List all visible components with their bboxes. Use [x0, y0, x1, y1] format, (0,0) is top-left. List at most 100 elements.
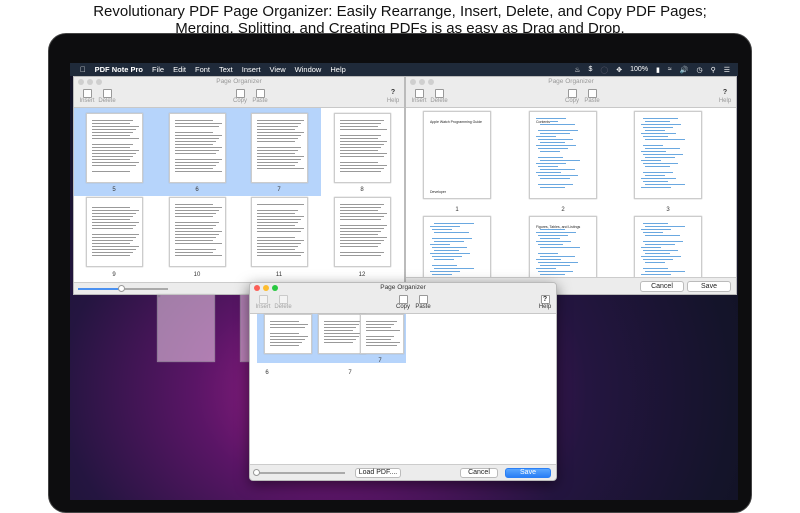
title-bar[interactable]: Page Organizer [250, 283, 556, 293]
help-button[interactable]: ? Help [382, 89, 404, 104]
page-thumbnail[interactable] [264, 314, 312, 354]
page-thumbnail[interactable] [634, 111, 702, 199]
text-line [645, 253, 671, 254]
help-button[interactable]: ? Help [714, 89, 736, 104]
page-thumbnail[interactable]: Figures, Tables, and Listings [529, 216, 597, 286]
menu-font[interactable]: Font [195, 65, 210, 74]
window-controls[interactable] [410, 79, 434, 85]
menu-file[interactable]: File [152, 65, 164, 74]
menu-text[interactable]: Text [219, 65, 233, 74]
paste-button[interactable]: Paste [412, 295, 434, 310]
window-controls[interactable] [254, 285, 278, 291]
menu-insert[interactable]: Insert [242, 65, 261, 74]
cancel-button[interactable]: Cancel [460, 468, 498, 478]
title-bar[interactable]: Page Organizer [74, 77, 404, 87]
page-thumbnail[interactable]: Apple Watch Programming Guide Developer [423, 111, 491, 199]
page-thumbnail[interactable] [169, 197, 226, 267]
page-thumbnail[interactable] [158, 295, 160, 297]
text-line [257, 228, 304, 229]
menu-view[interactable]: View [270, 65, 286, 74]
menu-window[interactable]: Window [295, 65, 322, 74]
page-thumbnail[interactable] [86, 113, 143, 183]
page-thumbnail[interactable]: Contents [529, 111, 597, 199]
text-line [324, 339, 356, 340]
zoom-slider-knob[interactable] [118, 285, 125, 292]
paste-button[interactable]: Paste [249, 89, 271, 104]
text-line [175, 210, 219, 211]
text-line [92, 213, 136, 214]
text-line [538, 130, 578, 131]
page-number: 3 [666, 207, 670, 213]
dollar-icon[interactable]: $ [589, 66, 593, 73]
title-bar[interactable]: Page Organizer [406, 77, 736, 87]
page-thumbnail[interactable] [86, 197, 143, 267]
delete-button[interactable]: Delete [272, 295, 294, 310]
page-grid[interactable]: 6 7 7 [250, 314, 556, 464]
text-line [538, 262, 578, 263]
copy-button[interactable]: Copy [229, 89, 251, 104]
menu-app-name[interactable]: PDF Note Pro [95, 65, 143, 74]
text-line [270, 324, 308, 325]
text-line [324, 330, 353, 331]
text-line [92, 228, 133, 229]
wifi-icon[interactable]: ≈ [668, 66, 672, 73]
clock-icon[interactable]: ◷ [696, 66, 702, 74]
list-icon[interactable]: ☰ [724, 66, 730, 74]
text-line [641, 124, 681, 125]
delete-button[interactable]: Delete [428, 89, 450, 104]
page-thumbnail[interactable] [318, 314, 366, 354]
text-line [643, 136, 669, 137]
page-thumbnail[interactable] [251, 197, 308, 267]
text-line [432, 229, 453, 230]
save-button[interactable]: Save [505, 468, 551, 478]
battery-icon[interactable]: ▮ [656, 66, 660, 74]
apple-icon[interactable]:  [80, 65, 86, 74]
cancel-button[interactable]: Cancel [640, 281, 684, 292]
copy-button[interactable]: Copy [392, 295, 414, 310]
page-thumbnail[interactable] [169, 113, 226, 183]
paste-button[interactable]: Paste [581, 89, 603, 104]
text-line [175, 207, 222, 208]
text-line [92, 165, 136, 166]
help-icon: ? [722, 89, 728, 96]
page-thumbnail[interactable] [423, 216, 491, 286]
zoom-slider-knob[interactable] [253, 469, 260, 476]
text-line [257, 237, 295, 238]
insert-label: Insert [411, 98, 427, 104]
text-line [257, 126, 298, 127]
load-pdf-button[interactable]: Load PDF.... [355, 468, 401, 478]
battery-text[interactable]: 100% [630, 66, 648, 73]
move-icon[interactable]: ✥ [616, 66, 622, 74]
page-thumbnail[interactable] [360, 314, 404, 354]
search-icon[interactable]: ⚲ [711, 66, 716, 74]
text-line [92, 150, 139, 151]
text-line [538, 139, 573, 140]
page-thumbnail[interactable] [251, 113, 308, 183]
text-line [324, 342, 353, 343]
text-line [538, 166, 559, 167]
text-line [340, 150, 378, 151]
circle-icon[interactable]: ◯ [600, 66, 608, 74]
insert-button[interactable]: Insert [252, 295, 274, 310]
help-button[interactable]: ? Help [534, 295, 556, 310]
flame-icon[interactable]: ♨ [574, 66, 580, 74]
insert-button[interactable]: Insert [408, 89, 430, 104]
window-controls[interactable] [78, 79, 102, 85]
delete-button[interactable]: Delete [96, 89, 118, 104]
delete-label: Delete [274, 304, 292, 310]
page-grid[interactable]: Apple Watch Programming Guide Developer 1 C… [406, 108, 736, 286]
text-line [92, 243, 130, 244]
save-button[interactable]: Save [687, 281, 731, 292]
volume-icon[interactable]: 🔊 [680, 66, 689, 74]
page-thumbnail[interactable] [334, 197, 391, 267]
text-line [538, 157, 564, 158]
page-grid[interactable]: 5 9 6 10 7 11 8 12 [74, 108, 404, 284]
menu-help[interactable]: Help [330, 65, 345, 74]
text-line [257, 150, 298, 151]
insert-button[interactable]: Insert [76, 89, 98, 104]
page-thumbnail[interactable] [634, 216, 702, 286]
page-thumbnail[interactable] [334, 113, 391, 183]
zoom-slider[interactable] [255, 472, 345, 474]
menu-edit[interactable]: Edit [173, 65, 186, 74]
copy-button[interactable]: Copy [561, 89, 583, 104]
